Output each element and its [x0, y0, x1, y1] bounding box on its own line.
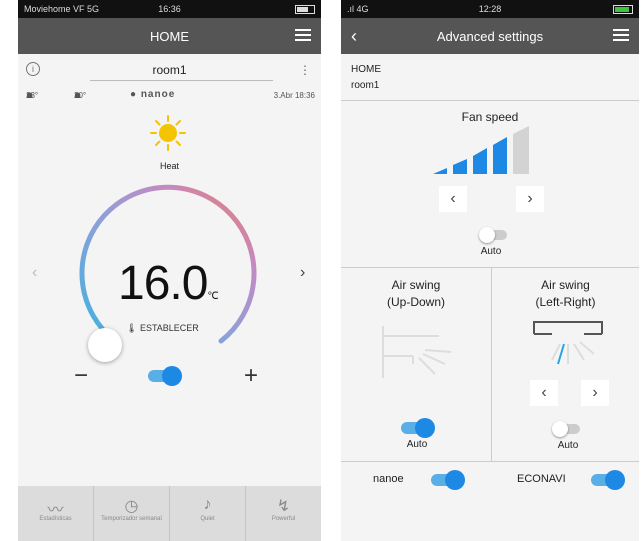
status-bar: Moviehome VF 5G 16:36: [18, 0, 321, 18]
nanoe-logo: ● nanoe: [130, 89, 176, 100]
mode-label: Heat: [159, 161, 179, 171]
increase-button[interactable]: +: [244, 362, 258, 390]
fan-auto-label: Auto: [480, 246, 502, 257]
swing-updown-icon: [382, 326, 452, 378]
home-screen: Moviehome VF 5G 16:36 HOME i room1 ⋮ ☗ 2…: [18, 0, 321, 541]
menu-icon[interactable]: [295, 29, 311, 41]
title-bar: HOME: [18, 18, 321, 54]
indoor-temp: ☗ 23°: [26, 91, 39, 100]
set-temperature-label: 🌡 ESTABLECER: [126, 323, 199, 333]
room-name[interactable]: room1: [18, 63, 321, 77]
fan-speed-label: Fan speed: [461, 110, 519, 124]
room-label: room1: [351, 80, 380, 91]
more-options-icon[interactable]: ⋮: [299, 63, 311, 77]
swing-left-button[interactable]: ‹: [530, 380, 558, 406]
nav-weekly-timer[interactable]: ◷ Temporizador semanal: [94, 486, 170, 541]
room-underline: [90, 80, 273, 81]
dial-knob[interactable]: [88, 328, 122, 362]
fan-speed-increase-button[interactable]: ›: [516, 186, 544, 212]
back-icon[interactable]: ‹: [351, 26, 357, 47]
swing-leftright-auto-label: Auto: [557, 440, 579, 451]
title-bar: ‹ Advanced settings: [341, 18, 639, 54]
prev-room-icon[interactable]: ‹: [32, 264, 37, 282]
econavi-label: ECONAVI: [517, 473, 566, 485]
swing-updown-title: Air swing (Up-Down): [386, 278, 445, 309]
clock: 16:36: [158, 4, 181, 14]
powerful-icon: ↯: [276, 498, 291, 515]
last-update: 3.Abr 18:36: [273, 91, 315, 100]
outdoor-house-icon: ☗: [74, 91, 82, 100]
econavi-toggle[interactable]: [591, 470, 625, 490]
chart-icon: 〰: [47, 502, 64, 519]
nanoe-toggle[interactable]: [431, 470, 465, 490]
swing-leftright-icon: [533, 321, 603, 365]
battery-icon: [295, 4, 315, 14]
menu-icon[interactable]: [613, 29, 629, 41]
swing-updown-auto-label: Auto: [406, 439, 428, 450]
page-title: Advanced settings: [436, 28, 544, 44]
next-room-icon[interactable]: ›: [300, 264, 305, 282]
fan-auto-toggle[interactable]: [479, 227, 507, 243]
page-title: HOME: [150, 28, 189, 44]
nav-statistics[interactable]: 〰 Estadísticas: [18, 486, 94, 541]
sun-icon: [150, 115, 186, 151]
info-row: ☗ 23° ☗ 20° ● nanoe 3.Abr 18:36: [26, 89, 315, 103]
outdoor-temp: ☗ 20°: [74, 91, 87, 100]
fan-speed-decrease-button[interactable]: ‹: [439, 186, 467, 212]
status-bar: .ıl 4G 12:28: [341, 0, 639, 18]
temperature-display: 16.0℃: [118, 257, 219, 310]
swing-right-button[interactable]: ›: [581, 380, 609, 406]
advanced-settings-screen: .ıl 4G 12:28 ‹ Advanced settings HOME ro…: [341, 0, 639, 541]
house-icon: ☗: [26, 91, 34, 100]
fan-speed-indicator: [433, 126, 529, 174]
quiet-icon: ♪: [203, 496, 212, 513]
battery-icon: [613, 4, 633, 14]
bottom-nav: 〰 Estadísticas ◷ Temporizador semanal ♪ Qui…: [18, 486, 321, 541]
power-toggle[interactable]: [148, 366, 182, 386]
nav-quiet[interactable]: ♪ Quiet: [170, 486, 246, 541]
swing-leftright-auto-toggle[interactable]: [552, 421, 580, 437]
decrease-button[interactable]: −: [74, 362, 88, 390]
swing-updown-auto-toggle[interactable]: [401, 418, 435, 438]
swing-leftright-title: Air swing (Left-Right): [535, 278, 596, 309]
home-label: HOME: [351, 64, 381, 75]
nav-powerful[interactable]: ↯ Powerful: [246, 486, 321, 541]
nanoe-label: nanoe: [373, 473, 404, 485]
feature-toggles: nanoe ECONAVI: [341, 461, 639, 497]
location-header: HOME room1: [351, 62, 381, 94]
timer-icon: ◷: [124, 498, 139, 515]
clock: 12:28: [478, 4, 502, 14]
